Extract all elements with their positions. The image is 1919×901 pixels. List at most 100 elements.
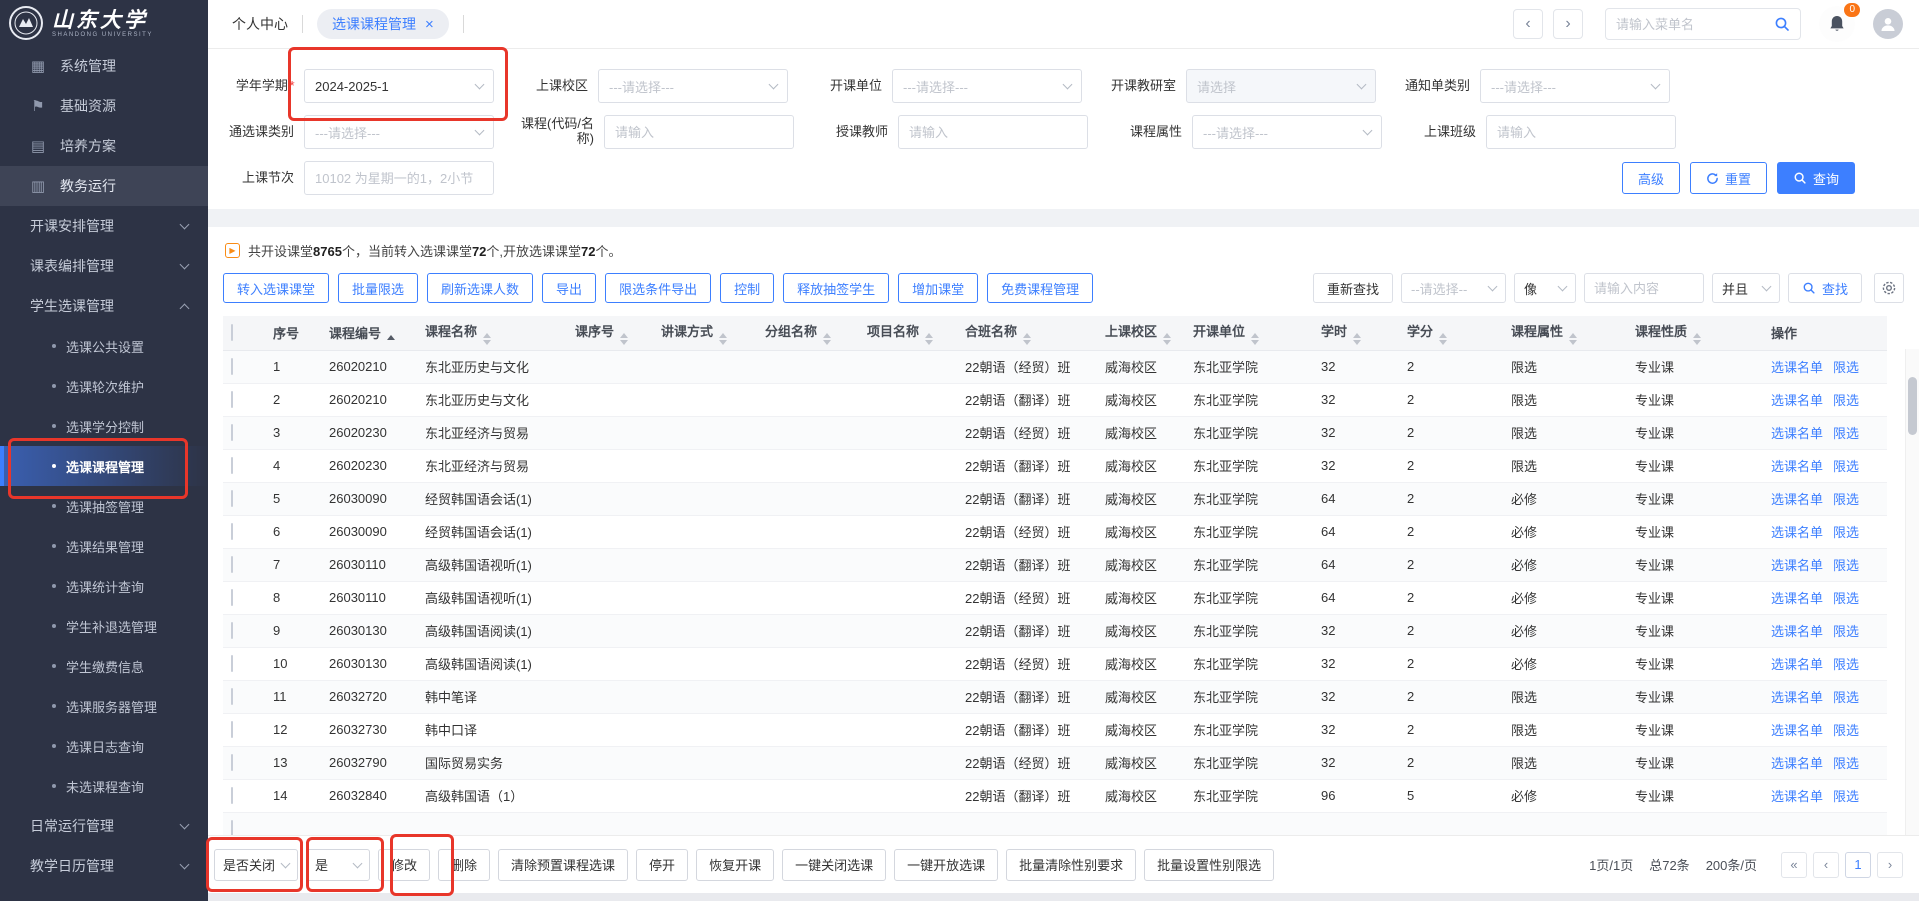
vertical-scrollbar[interactable] [1905, 349, 1919, 835]
text-input[interactable] [909, 125, 1077, 140]
sidebar-group[interactable]: 学生选课管理 [0, 286, 208, 326]
course-roster-link[interactable]: 选课名单 [1771, 393, 1823, 408]
row-checkbox[interactable] [231, 556, 233, 573]
row-checkbox[interactable] [231, 457, 233, 474]
sort-icon[interactable] [620, 333, 628, 345]
sidebar-subitem[interactable]: 学生缴费信息 [0, 646, 208, 686]
column-header[interactable]: 课程编号 [321, 316, 417, 350]
sidebar-subitem[interactable]: 选课结果管理 [0, 526, 208, 566]
row-checkbox[interactable] [231, 688, 233, 705]
row-checkbox[interactable] [231, 721, 233, 738]
tab-personal-center[interactable]: 个人中心 [232, 14, 288, 34]
toolbar-button[interactable]: 增加课堂 [898, 273, 978, 303]
sort-icon[interactable] [1569, 333, 1577, 345]
search-icon[interactable] [1774, 16, 1790, 32]
footer-button[interactable]: 批量清除性别要求 [1006, 849, 1136, 881]
sort-icon[interactable] [1353, 333, 1361, 345]
sidebar-group[interactable]: 课表编排管理 [0, 246, 208, 286]
filter-input[interactable] [1486, 115, 1676, 149]
text-input[interactable] [315, 171, 483, 186]
limit-link[interactable]: 限选 [1833, 459, 1859, 474]
find-field-select[interactable]: --请选择-- [1401, 273, 1506, 303]
tab-course-selection-management[interactable]: 选课课程管理 × [317, 9, 449, 39]
pagination-control[interactable]: « [1781, 852, 1807, 878]
find-operator-select[interactable]: 像 [1514, 273, 1576, 303]
limit-link[interactable]: 限选 [1833, 624, 1859, 639]
column-header[interactable]: 课程性质 [1627, 316, 1763, 350]
column-header[interactable]: 分组名称 [757, 316, 859, 350]
sidebar-subitem[interactable]: 选课公共设置 [0, 326, 208, 366]
limit-link[interactable]: 限选 [1833, 690, 1859, 705]
column-header[interactable]: 开课单位 [1185, 316, 1313, 350]
research-button[interactable]: 重新查找 [1313, 273, 1393, 303]
course-roster-link[interactable]: 选课名单 [1771, 558, 1823, 573]
toolbar-button[interactable]: 刷新选课人数 [427, 273, 533, 303]
close-field-select[interactable]: 是否关闭 [214, 849, 298, 881]
row-checkbox[interactable] [231, 787, 233, 804]
toolbar-button[interactable]: 批量限选 [338, 273, 418, 303]
toolbar-button[interactable]: 免费课程管理 [987, 273, 1093, 303]
toolbar-button[interactable]: 释放抽签学生 [783, 273, 889, 303]
filter-input[interactable] [304, 161, 494, 195]
sidebar-item[interactable]: ▥教务运行 [0, 166, 208, 206]
footer-button[interactable]: 删除 [438, 849, 490, 881]
filter-input[interactable] [898, 115, 1088, 149]
row-checkbox[interactable] [231, 589, 233, 606]
footer-button[interactable]: 批量设置性别限选 [1144, 849, 1274, 881]
limit-link[interactable]: 限选 [1833, 789, 1859, 804]
filter-select[interactable]: ---请选择--- [892, 69, 1082, 103]
column-header[interactable]: 学分 [1399, 316, 1503, 350]
pagination-control[interactable]: › [1877, 852, 1903, 878]
course-roster-link[interactable]: 选课名单 [1771, 591, 1823, 606]
row-checkbox[interactable] [231, 820, 233, 835]
page-size[interactable]: 200条/页 [1706, 855, 1757, 874]
column-header[interactable]: 上课校区 [1097, 316, 1185, 350]
tab-scroll-right-button[interactable]: › [1553, 9, 1583, 39]
tab-scroll-left-button[interactable]: ‹ [1513, 9, 1543, 39]
sidebar-item[interactable]: ▦系统管理 [0, 46, 208, 86]
course-roster-link[interactable]: 选课名单 [1771, 723, 1823, 738]
footer-button[interactable]: 一键开放选课 [894, 849, 998, 881]
sort-icon[interactable] [1023, 333, 1031, 345]
sidebar-group[interactable]: 教学日历管理 [0, 846, 208, 886]
select-all-checkbox[interactable] [231, 324, 233, 341]
sort-icon[interactable] [1163, 333, 1171, 345]
course-roster-link[interactable]: 选课名单 [1771, 525, 1823, 540]
sidebar-item[interactable]: ▤培养方案 [0, 126, 208, 166]
limit-link[interactable]: 限选 [1833, 426, 1859, 441]
text-input[interactable] [1497, 125, 1665, 140]
limit-link[interactable]: 限选 [1833, 558, 1859, 573]
limit-link[interactable]: 限选 [1833, 492, 1859, 507]
limit-link[interactable]: 限选 [1833, 756, 1859, 771]
course-roster-link[interactable]: 选课名单 [1771, 789, 1823, 804]
filter-select[interactable]: 2024-2025-1 [304, 69, 494, 103]
row-checkbox[interactable] [231, 391, 233, 408]
row-checkbox[interactable] [231, 490, 233, 507]
course-roster-link[interactable]: 选课名单 [1771, 690, 1823, 705]
sort-icon[interactable] [1693, 333, 1701, 345]
query-button[interactable]: 查询 [1777, 162, 1855, 194]
filter-select[interactable]: ---请选择--- [1480, 69, 1670, 103]
sort-asc-icon[interactable] [387, 335, 395, 340]
filter-input[interactable] [604, 115, 794, 149]
column-header[interactable]: 合班名称 [957, 316, 1097, 350]
row-checkbox[interactable] [231, 358, 233, 375]
close-icon[interactable]: × [425, 17, 434, 32]
sidebar-item[interactable]: ⚑基础资源 [0, 86, 208, 126]
advanced-button[interactable]: 高级 [1622, 162, 1680, 194]
yes-no-select[interactable]: 是 [306, 849, 370, 881]
row-checkbox[interactable] [231, 754, 233, 771]
sidebar-subitem[interactable]: 学生补退选管理 [0, 606, 208, 646]
filter-select[interactable]: 请选择 [1186, 69, 1376, 103]
row-checkbox[interactable] [231, 424, 233, 441]
course-roster-link[interactable]: 选课名单 [1771, 360, 1823, 375]
course-roster-link[interactable]: 选课名单 [1771, 756, 1823, 771]
course-roster-link[interactable]: 选课名单 [1771, 459, 1823, 474]
sidebar-subitem[interactable]: 选课统计查询 [0, 566, 208, 606]
column-settings-button[interactable] [1874, 273, 1904, 303]
column-header[interactable]: 讲课方式 [653, 316, 757, 350]
notifications-button[interactable]: 0 [1819, 6, 1855, 42]
find-content-input[interactable] [1584, 273, 1704, 303]
limit-link[interactable]: 限选 [1833, 657, 1859, 672]
course-roster-link[interactable]: 选课名单 [1771, 492, 1823, 507]
